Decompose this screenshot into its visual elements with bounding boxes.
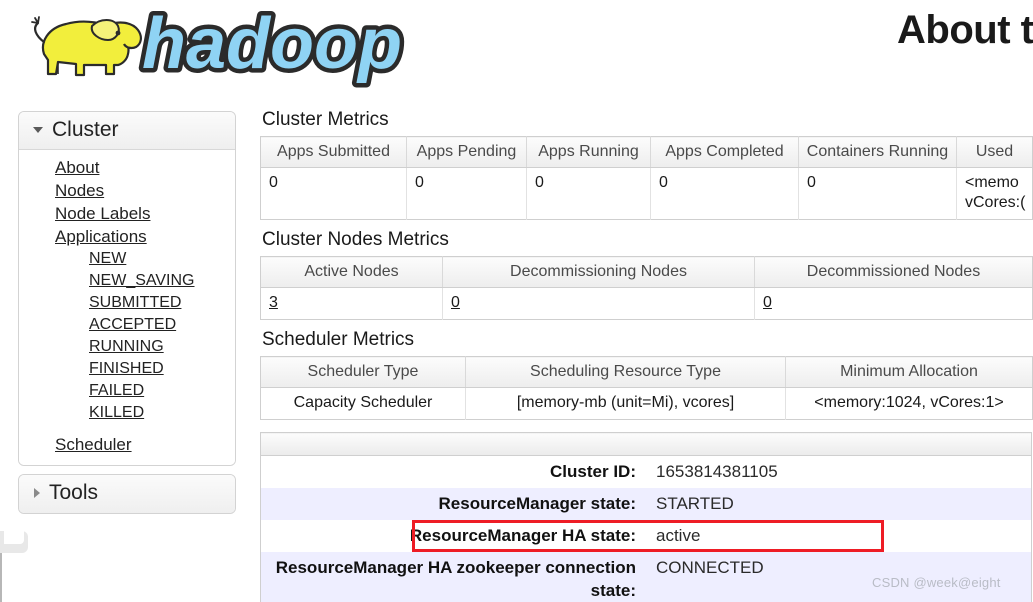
table-header-row: Apps Submitted Apps Pending Apps Running… <box>260 136 1033 168</box>
details-blank-header-cell <box>260 432 1032 456</box>
table-row: 3 0 0 <box>260 287 1033 320</box>
td-apps-pending: 0 <box>406 167 527 220</box>
label-rm-ha-state: ResourceManager HA state: <box>260 520 646 552</box>
sidebar-item-node-labels[interactable]: Node Labels <box>19 202 235 225</box>
main-content: Cluster Metrics Apps Submitted Apps Pend… <box>260 108 1033 602</box>
sidebar-divider-gap <box>19 424 235 433</box>
td-active-nodes: 3 <box>260 287 443 320</box>
page-root: hadoop hadoop About t Cluster About Node… <box>0 0 1033 602</box>
sidebar-item-submitted[interactable]: SUBMITTED <box>19 292 235 314</box>
td-apps-completed: 0 <box>650 167 799 220</box>
value-rm-ha-state: active <box>646 520 1032 552</box>
td-apps-running: 0 <box>526 167 651 220</box>
scheduler-metrics-table: Scheduler Type Scheduling Resource Type … <box>260 356 1033 420</box>
sidebar-item-new-saving[interactable]: NEW_SAVING <box>19 270 235 292</box>
table-row: Capacity Scheduler [memory-mb (unit=Mi),… <box>260 387 1033 420</box>
watermark-text: CSDN @week@eight <box>872 575 1001 590</box>
collapse-tab-inner <box>4 531 24 544</box>
sidebar-item-nodes[interactable]: Nodes <box>19 179 235 202</box>
td-decommissioning-nodes: 0 <box>442 287 755 320</box>
sidebar: Cluster About Nodes Node Labels Applicat… <box>18 111 236 514</box>
page-header: hadoop hadoop About t <box>0 0 1033 92</box>
detail-row-rm-ha-state: ResourceManager HA state: active <box>260 520 1032 552</box>
scheduler-metrics-title: Scheduler Metrics <box>262 329 415 350</box>
td-scheduler-type: Capacity Scheduler <box>260 387 466 420</box>
th-apps-completed: Apps Completed <box>650 136 799 168</box>
sidebar-item-scheduler[interactable]: Scheduler <box>19 433 235 456</box>
th-minimum-allocation: Minimum Allocation <box>785 356 1033 388</box>
sidebar-tools-label: Tools <box>49 481 99 504</box>
th-decommissioned-nodes: Decommissioned Nodes <box>754 256 1033 288</box>
detail-row-rm-state: ResourceManager state: STARTED <box>260 488 1032 520</box>
td-apps-submitted: 0 <box>260 167 407 220</box>
page-title: About t <box>897 8 1033 52</box>
table-row: 0 0 0 0 0 <memo vCores:( <box>260 167 1033 220</box>
label-cluster-id: Cluster ID: <box>260 455 646 488</box>
cluster-nodes-metrics-table: Active Nodes Decommissioning Nodes Decom… <box>260 256 1033 320</box>
th-apps-submitted: Apps Submitted <box>260 136 407 168</box>
collapse-tab-handle[interactable] <box>0 531 28 553</box>
decommissioned-nodes-link[interactable]: 0 <box>763 294 772 311</box>
sidebar-item-new[interactable]: NEW <box>19 248 235 270</box>
td-scheduling-resource-type: [memory-mb (unit=Mi), vcores] <box>465 387 786 420</box>
th-apps-pending: Apps Pending <box>406 136 527 168</box>
th-scheduling-resource-type: Scheduling Resource Type <box>465 356 786 388</box>
th-decommissioning-nodes: Decommissioning Nodes <box>442 256 755 288</box>
sidebar-item-about[interactable]: About <box>19 156 235 179</box>
value-cluster-id: 1653814381105 <box>646 455 1032 488</box>
table-header-row: Scheduler Type Scheduling Resource Type … <box>260 356 1033 388</box>
sidebar-item-applications[interactable]: Applications <box>19 225 235 248</box>
decommissioning-nodes-link[interactable]: 0 <box>451 294 460 311</box>
sidebar-tools-header[interactable]: Tools <box>19 475 235 513</box>
sidebar-panel-cluster: Cluster About Nodes Node Labels Applicat… <box>18 111 236 466</box>
value-rm-state: STARTED <box>646 488 1032 520</box>
th-apps-running: Apps Running <box>526 136 651 168</box>
details-blank-header-row <box>260 432 1032 456</box>
td-used: <memo vCores:( <box>956 167 1033 220</box>
th-used: Used <box>956 136 1033 168</box>
chevron-down-icon <box>33 127 43 133</box>
sidebar-panel-tools: Tools <box>18 474 236 514</box>
td-minimum-allocation: <memory:1024, vCores:1> <box>785 387 1033 420</box>
sidebar-item-failed[interactable]: FAILED <box>19 380 235 402</box>
sidebar-item-accepted[interactable]: ACCEPTED <box>19 314 235 336</box>
sidebar-item-killed[interactable]: KILLED <box>19 402 235 424</box>
left-edge-rule <box>0 553 2 602</box>
th-scheduler-type: Scheduler Type <box>260 356 466 388</box>
sidebar-item-running[interactable]: RUNNING <box>19 336 235 358</box>
cluster-nodes-metrics-title: Cluster Nodes Metrics <box>262 229 449 250</box>
td-containers-running: 0 <box>798 167 957 220</box>
hadoop-logo-icon: hadoop hadoop <box>31 2 406 88</box>
chevron-right-icon <box>34 488 40 498</box>
sidebar-cluster-label: Cluster <box>52 118 119 141</box>
sidebar-cluster-header[interactable]: Cluster <box>19 112 235 150</box>
sidebar-cluster-items: About Nodes Node Labels Applications NEW… <box>19 150 235 465</box>
hadoop-logo[interactable]: hadoop hadoop <box>14 2 414 88</box>
cluster-metrics-table: Apps Submitted Apps Pending Apps Running… <box>260 136 1033 220</box>
cluster-metrics-title: Cluster Metrics <box>262 109 389 130</box>
label-rm-ha-zk-state: ResourceManager HA zookeeper connection … <box>260 552 646 602</box>
th-containers-running: Containers Running <box>798 136 957 168</box>
detail-row-cluster-id: Cluster ID: 1653814381105 <box>260 455 1032 488</box>
svg-text:hadoop: hadoop <box>142 4 402 84</box>
label-rm-state: ResourceManager state: <box>260 488 646 520</box>
th-active-nodes: Active Nodes <box>260 256 443 288</box>
sidebar-item-finished[interactable]: FINISHED <box>19 358 235 380</box>
active-nodes-link[interactable]: 3 <box>269 294 278 311</box>
table-header-row: Active Nodes Decommissioning Nodes Decom… <box>260 256 1033 288</box>
td-decommissioned-nodes: 0 <box>754 287 1033 320</box>
